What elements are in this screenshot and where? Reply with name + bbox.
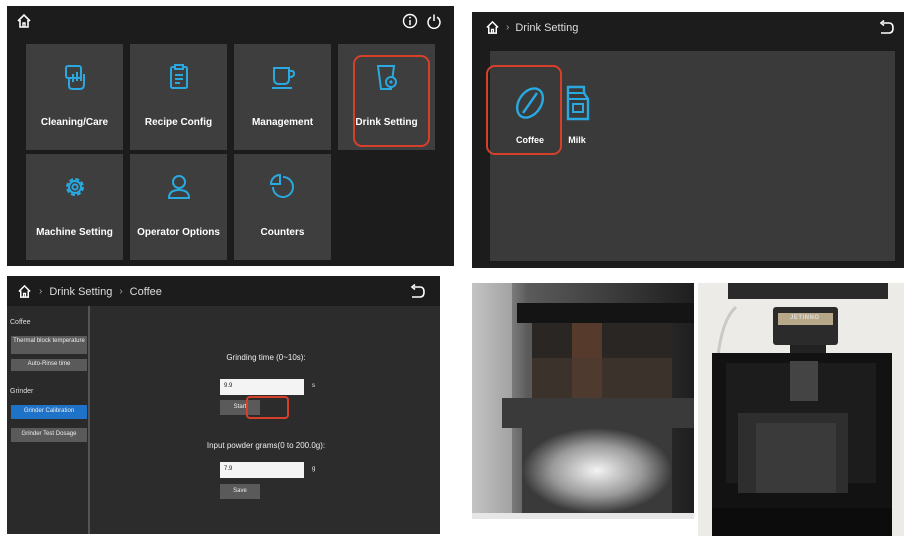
tile-operator-options[interactable]: Operator Options bbox=[130, 154, 227, 260]
home-icon[interactable] bbox=[485, 20, 500, 35]
tile-label: Management bbox=[251, 117, 314, 128]
tile-machine-setting[interactable]: Machine Setting bbox=[26, 154, 123, 260]
highlight-start bbox=[246, 396, 289, 419]
highlight-drink-setting bbox=[353, 55, 430, 147]
milk-carton-icon bbox=[562, 83, 592, 123]
drink-label: Milk bbox=[568, 135, 586, 145]
sidebar-item-thermal-block[interactable]: Thermal block temperature bbox=[11, 336, 87, 354]
main-menu-screen: Cleaning/Care Recipe Config Management D… bbox=[7, 6, 454, 266]
tile-cleaning-care[interactable]: Cleaning/Care bbox=[26, 44, 123, 150]
tile-label: Cleaning/Care bbox=[40, 117, 109, 128]
tile-label: Machine Setting bbox=[36, 227, 113, 238]
top-bar: › Drink Setting bbox=[472, 12, 904, 42]
calibration-panel: Grinding time (0~10s): 9.9 s Start Input… bbox=[92, 306, 440, 534]
tile-label: Counters bbox=[260, 227, 305, 238]
tile-label: Operator Options bbox=[137, 227, 220, 238]
highlight-coffee bbox=[486, 65, 562, 155]
back-icon[interactable] bbox=[878, 20, 895, 35]
powder-grams-input[interactable]: 7.9 bbox=[220, 462, 304, 478]
brand-label: JETINNO bbox=[790, 315, 820, 321]
chevron-right-icon: › bbox=[119, 286, 123, 297]
section-label-grinder: Grinder bbox=[10, 388, 34, 395]
cleaning-hand-icon bbox=[60, 62, 90, 92]
settings-sidebar: Coffee Thermal block temperature Auto-Ri… bbox=[7, 306, 90, 534]
grinding-time-input[interactable]: 9.9 bbox=[220, 379, 304, 395]
sidebar-item-grinder-calibration[interactable]: Grinder Calibration bbox=[11, 405, 87, 419]
tile-management[interactable]: Management bbox=[234, 44, 331, 150]
power-icon[interactable] bbox=[426, 13, 442, 29]
breadcrumb-item[interactable]: Drink Setting bbox=[49, 286, 112, 298]
chevron-right-icon: › bbox=[506, 22, 510, 33]
powder-grams-title: Input powder grams(0 to 200.0g): bbox=[206, 441, 326, 450]
sidebar-item-grinder-test-dosage[interactable]: Grinder Test Dosage bbox=[11, 428, 87, 442]
cup-icon bbox=[268, 62, 298, 92]
chevron-right-icon: › bbox=[39, 286, 43, 297]
photo-machine-front: JETINNO bbox=[698, 283, 904, 536]
back-icon[interactable] bbox=[409, 284, 426, 299]
tile-recipe-config[interactable]: Recipe Config bbox=[130, 44, 227, 150]
grinding-time-title: Grinding time (0~10s): bbox=[226, 353, 306, 362]
home-icon[interactable] bbox=[16, 13, 32, 29]
powder-grams-unit: g bbox=[312, 466, 316, 472]
section-label-coffee: Coffee bbox=[10, 319, 31, 326]
grinding-time-unit: s bbox=[312, 383, 315, 389]
tile-counters[interactable]: Counters bbox=[234, 154, 331, 260]
breadcrumb-current: Coffee bbox=[129, 285, 162, 298]
breadcrumb: › Drink Setting bbox=[485, 20, 578, 35]
user-icon bbox=[164, 172, 194, 202]
gear-icon bbox=[60, 172, 90, 202]
top-bar bbox=[7, 6, 454, 36]
tile-label: Recipe Config bbox=[144, 117, 213, 128]
top-bar: › Drink Setting › Coffee bbox=[7, 276, 440, 306]
sidebar-item-auto-rinse[interactable]: Auto-Rinse time bbox=[11, 359, 87, 371]
breadcrumb: › Drink Setting › Coffee bbox=[17, 284, 162, 299]
coffee-setting-screen: › Drink Setting › Coffee Coffee Thermal … bbox=[7, 276, 440, 534]
breadcrumb-current: Drink Setting bbox=[515, 21, 579, 34]
photo-grinder-closeup bbox=[472, 283, 694, 519]
drink-setting-screen: › Drink Setting Coffee Milk bbox=[472, 12, 904, 268]
save-button[interactable]: Save bbox=[220, 484, 260, 499]
drink-item-milk[interactable]: Milk bbox=[557, 83, 597, 145]
pie-chart-icon bbox=[268, 172, 298, 202]
info-icon[interactable] bbox=[402, 13, 418, 29]
home-icon[interactable] bbox=[17, 284, 32, 299]
clipboard-icon bbox=[164, 62, 194, 92]
